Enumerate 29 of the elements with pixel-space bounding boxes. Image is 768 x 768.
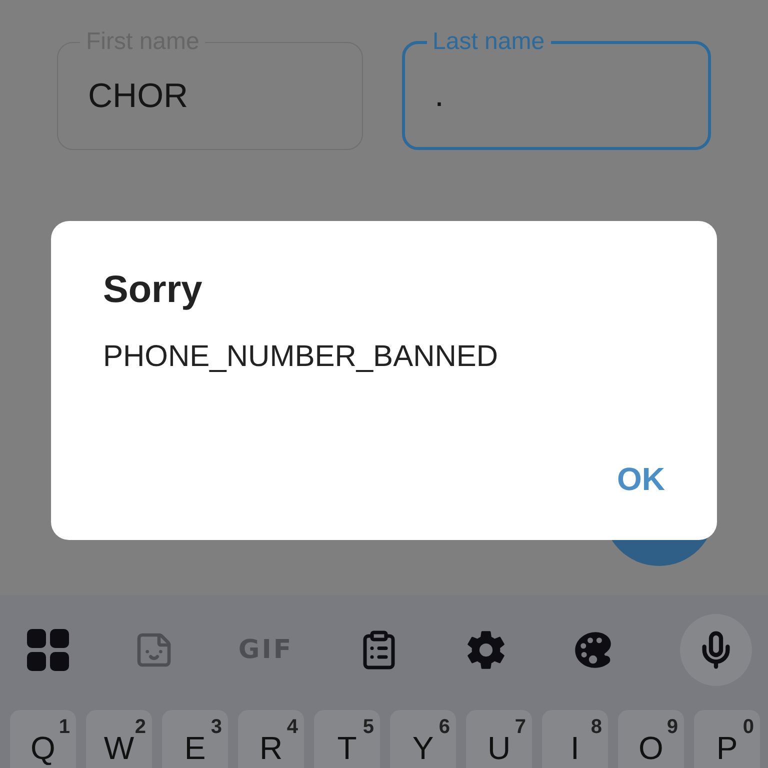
key-number: 8 <box>590 716 602 739</box>
key-letter: Q <box>30 732 56 764</box>
field-value: CHOR <box>88 77 188 116</box>
dialog-message: PHONE_NUMBER_BANNED <box>103 340 500 374</box>
key-number: 0 <box>742 716 754 739</box>
key-letter: R <box>259 732 283 764</box>
dialog-title: Sorry <box>103 269 204 312</box>
key-letter: O <box>638 732 664 764</box>
keyboard-key[interactable]: 8 I <box>542 710 608 768</box>
key-letter: W <box>104 732 134 764</box>
settings-icon[interactable] <box>464 629 507 671</box>
ok-button[interactable]: OK <box>617 457 665 502</box>
key-number: 2 <box>134 716 146 739</box>
key-number: 4 <box>286 716 298 739</box>
key-letter: T <box>337 732 357 764</box>
field-label: Last name <box>432 28 546 56</box>
key-number: 7 <box>514 716 526 739</box>
key-number: 5 <box>362 716 374 739</box>
grid-icon[interactable] <box>27 629 69 671</box>
key-letter: E <box>184 732 206 764</box>
key-letter: P <box>716 732 738 764</box>
key-letter: Y <box>412 732 434 764</box>
key-number: 1 <box>58 716 70 739</box>
field-value: . <box>434 76 444 115</box>
key-letter: U <box>487 732 511 764</box>
key-number: 3 <box>210 716 222 739</box>
key-number: 6 <box>438 716 450 739</box>
key-letter: I <box>570 732 580 764</box>
key-number: 9 <box>666 716 678 739</box>
